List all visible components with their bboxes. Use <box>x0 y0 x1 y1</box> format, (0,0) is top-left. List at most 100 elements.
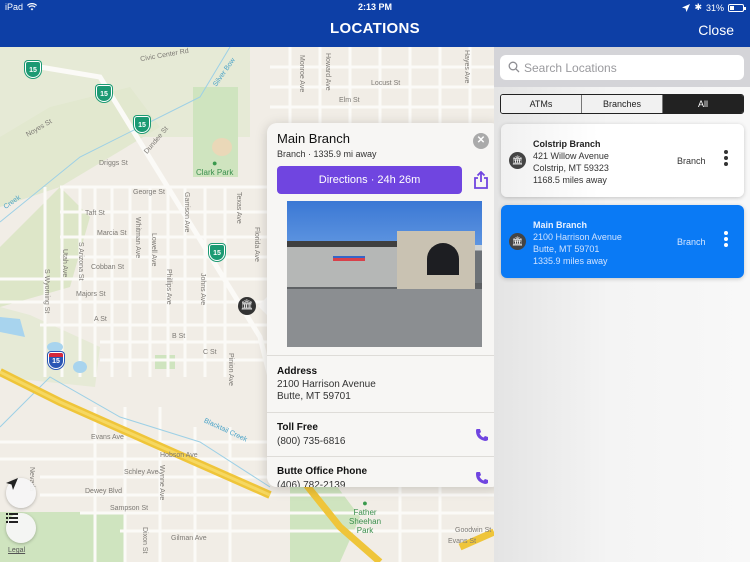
location-type: Branch <box>677 156 706 166</box>
phone-row[interactable]: Toll Free (800) 735-6816 <box>267 412 501 456</box>
street-label: Schley Ave <box>124 469 159 476</box>
list-icon <box>6 513 18 523</box>
bank-icon: 🏛︎ <box>509 152 526 169</box>
street-label: Dixon St <box>141 527 148 554</box>
street-label: Driggs St <box>99 160 128 167</box>
location-type-filter: ATMs Branches All <box>500 94 744 114</box>
header-bar: iPad 2:13 PM ✱ 31% LOCATIONS Close <box>0 0 750 47</box>
highway-shield-icon: 15 <box>209 244 225 261</box>
popover-title: Main Branch <box>277 131 350 146</box>
filter-all[interactable]: All <box>663 95 743 113</box>
navigation-arrow-icon <box>6 478 18 490</box>
street-label: Howard Ave <box>324 53 331 91</box>
address-line1: 2100 Harrison Avenue <box>277 379 376 390</box>
street-label: B St <box>172 333 186 340</box>
location-address1: 2100 Harrison Avenue <box>533 232 622 242</box>
phone-icon[interactable] <box>475 471 489 485</box>
map-green-area <box>155 355 175 369</box>
tree-icon: ● <box>362 498 368 508</box>
street-label: Evans Ave <box>91 434 124 441</box>
location-address1: 421 Willow Avenue <box>533 151 609 161</box>
ball-field <box>212 138 232 156</box>
location-address2: Colstrip, MT 59323 <box>533 163 609 173</box>
street-label: Johns Ave <box>199 273 206 306</box>
street-label: S Arizona St <box>77 242 84 281</box>
street-label: Pinion Ave <box>227 353 234 386</box>
street-label: Utah Ave <box>61 249 68 278</box>
street-label: Florida Ave <box>253 227 260 262</box>
battery-icon <box>728 3 746 12</box>
more-options-icon[interactable] <box>723 231 729 251</box>
branch-photo <box>287 201 482 347</box>
close-popover-button[interactable]: ✕ <box>473 133 489 149</box>
street-label: Texas Ave <box>235 192 242 224</box>
street-label: A St <box>94 316 107 323</box>
search-input[interactable] <box>524 58 734 77</box>
street-label: Cobban St <box>91 264 125 271</box>
highway-shield-icon: 15 <box>96 85 112 102</box>
filter-atms[interactable]: ATMs <box>501 95 582 113</box>
interstate-shield-icon: 15 <box>48 352 64 369</box>
current-location-button[interactable] <box>6 478 36 508</box>
highway-shield-icon: 15 <box>25 61 41 78</box>
address-label: Address <box>277 366 318 377</box>
street-label: Whitman Ave <box>134 217 141 259</box>
location-distance: 1335.9 miles away <box>533 256 608 266</box>
share-icon[interactable] <box>473 171 489 189</box>
phone-number: (800) 735-6816 <box>277 436 346 447</box>
street-label: Hobson Ave <box>160 452 198 459</box>
address-line2: Butte, MT 59701 <box>277 391 351 402</box>
street-label: S Wyoming St <box>43 269 50 314</box>
phone-row[interactable]: Butte Office Phone (406) 782-2139 <box>267 456 501 487</box>
phone-label: Butte Office Phone <box>277 466 368 477</box>
directions-button[interactable]: Directions · 24h 26m <box>277 166 462 194</box>
more-options-icon[interactable] <box>723 150 729 170</box>
location-name: Colstrip Branch <box>533 139 601 149</box>
list-view-button[interactable] <box>6 513 36 543</box>
legal-link[interactable]: Legal <box>8 547 25 554</box>
search-field[interactable] <box>500 55 744 80</box>
filter-branches[interactable]: Branches <box>582 95 663 113</box>
locations-panel: ATMs Branches All 🏛︎ Colstrip Branch 421… <box>494 47 750 562</box>
search-bar-container <box>494 47 750 87</box>
phone-icon[interactable] <box>475 428 489 442</box>
street-label: Lowell Ave <box>150 233 157 267</box>
location-card-selected[interactable]: 🏛︎ Main Branch 2100 Harrison Avenue Butt… <box>501 205 744 278</box>
street-label: George St <box>133 189 165 196</box>
street-label: Evans St <box>448 538 477 545</box>
street-label: Gilman Ave <box>171 535 207 542</box>
locations-screen: iPad 2:13 PM ✱ 31% LOCATIONS Close Civic… <box>0 0 750 562</box>
highway-shield-icon: 15 <box>134 116 150 133</box>
street-label: Phillips Ave <box>165 269 172 305</box>
location-card[interactable]: 🏛︎ Colstrip Branch 421 Willow Avenue Col… <box>501 124 744 197</box>
street-label: Garrison Ave <box>183 192 190 233</box>
location-distance: 1168.5 miles away <box>533 175 607 185</box>
location-name: Main Branch <box>533 220 588 230</box>
street-label: Goodwin St <box>455 527 492 534</box>
street-label: Monroe Ave <box>298 55 305 93</box>
location-address2: Butte, MT 59701 <box>533 244 600 254</box>
address-row[interactable]: Address 2100 Harrison Avenue Butte, MT 5… <box>267 355 501 412</box>
page-title: LOCATIONS <box>330 20 420 37</box>
phone-number: (406) 782-2139 <box>277 480 346 487</box>
park-label: ● Clark Park <box>196 158 234 178</box>
street-label: Locust St <box>371 80 401 87</box>
street-label: Sampson St <box>110 505 149 512</box>
street-label: Elm St <box>339 97 360 104</box>
pond <box>73 361 87 373</box>
location-type: Branch <box>677 237 706 247</box>
street-label: Dewey Blvd <box>85 488 122 495</box>
location-detail-popover: Main Branch Branch · 1335.9 mi away ✕ Di… <box>267 123 501 487</box>
status-time: 2:13 PM <box>357 2 392 12</box>
bank-map-pin[interactable]: 🏛︎ <box>238 297 256 315</box>
phone-label: Toll Free <box>277 422 318 433</box>
street-label: Hayes Ave <box>463 50 470 84</box>
status-bar: iPad 2:13 PM ✱ 31% <box>0 2 750 16</box>
park-label: ● Father Sheehan Park <box>340 498 390 536</box>
close-button[interactable]: Close <box>698 22 734 38</box>
search-icon <box>508 61 520 73</box>
bluetooth-icon: ✱ <box>694 2 702 12</box>
street-label: Wynne Ave <box>158 465 165 501</box>
street-label: C St <box>203 349 217 356</box>
tree-icon: ● <box>211 158 218 168</box>
